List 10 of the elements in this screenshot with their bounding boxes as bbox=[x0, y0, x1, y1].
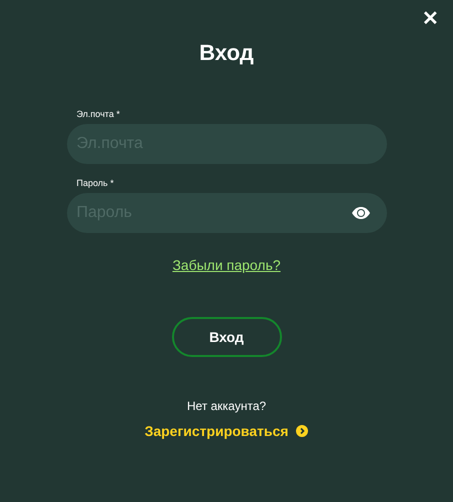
field-label: Пароль * bbox=[76, 177, 115, 189]
signup-prompt: Нет аккаунта? bbox=[186, 399, 266, 413]
register-link[interactable]: Зарегистрироваться bbox=[144, 423, 308, 439]
login-button[interactable]: Вход bbox=[172, 317, 282, 357]
close-button[interactable]: ✕ bbox=[422, 8, 439, 30]
forgot-password-link[interactable]: Забыли пароль? bbox=[172, 257, 281, 273]
eye-icon[interactable] bbox=[350, 206, 370, 220]
field-label: Эл.почта * bbox=[76, 108, 121, 120]
dialog-title: Вход bbox=[199, 39, 254, 67]
chevron-icon bbox=[296, 425, 308, 437]
